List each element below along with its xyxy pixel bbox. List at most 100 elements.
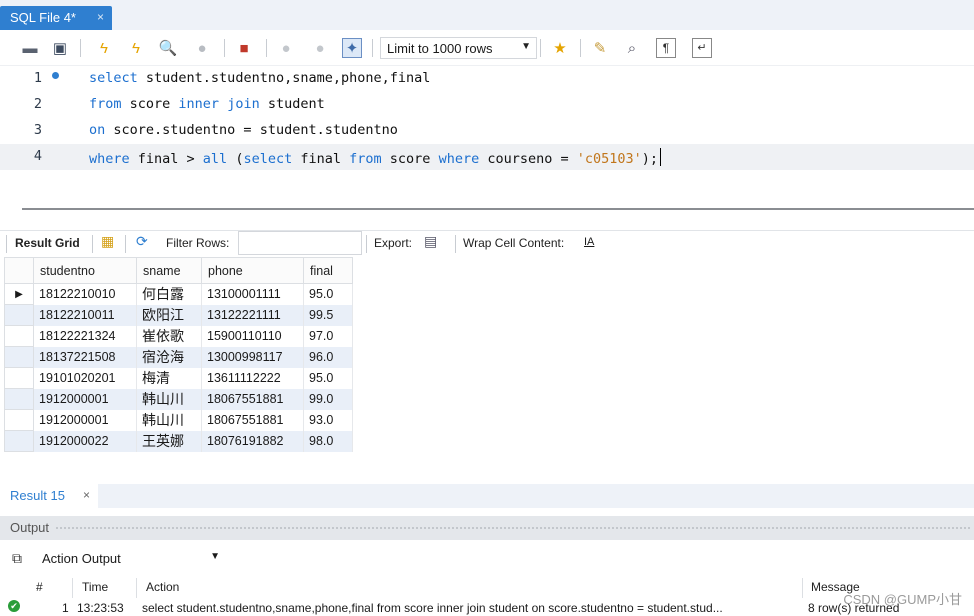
- table-cell-final[interactable]: 97.0: [303, 325, 353, 347]
- filter-rows-label: Filter Rows:: [166, 236, 230, 250]
- table-cell-phone[interactable]: 13000998117: [201, 346, 304, 368]
- row-marker[interactable]: [4, 430, 34, 452]
- table-cell-studentno[interactable]: 18137221508: [33, 346, 137, 368]
- table-cell-sname[interactable]: 韩山川: [136, 409, 202, 431]
- row-marker[interactable]: [4, 367, 34, 389]
- sql-keyword: all: [202, 151, 228, 167]
- find-icon[interactable]: ⌕: [622, 38, 642, 58]
- tab-close-icon[interactable]: ×: [97, 10, 104, 24]
- text-cursor: [660, 148, 662, 166]
- table-row[interactable]: 1912000001 韩山川 18067551881 99.0: [4, 388, 353, 410]
- table-cell-studentno[interactable]: 19101020201: [33, 367, 137, 389]
- explain-icon[interactable]: 🔍: [158, 38, 178, 58]
- table-cell-phone[interactable]: 18076191882: [201, 430, 304, 452]
- table-cell-sname[interactable]: 梅清: [136, 367, 202, 389]
- table-cell-sname[interactable]: 王英娜: [136, 430, 202, 452]
- filter-rows-input[interactable]: [238, 231, 362, 255]
- table-cell-phone[interactable]: 13122221111: [201, 304, 304, 326]
- table-row[interactable]: 19101020201 梅清 13611112222 95.0: [4, 367, 353, 389]
- table-cell-sname[interactable]: 韩山川: [136, 388, 202, 410]
- refresh-icon[interactable]: ⟳: [136, 234, 148, 248]
- output-type-value: Action Output: [42, 551, 121, 566]
- toolbar-separator: [580, 39, 581, 57]
- column-header-sname[interactable]: sname: [136, 257, 202, 284]
- save-icon[interactable]: ▣: [50, 38, 70, 58]
- close-icon[interactable]: ×: [83, 488, 90, 502]
- output-row[interactable]: ✔ 1 13:23:53 select student.studentno,sn…: [0, 598, 974, 616]
- table-cell-final[interactable]: 98.0: [303, 430, 353, 452]
- table-cell-sname[interactable]: 崔依歌: [136, 325, 202, 347]
- tab-result-15[interactable]: Result 15 ×: [0, 484, 98, 508]
- table-cell-studentno[interactable]: 1912000001: [33, 388, 137, 410]
- table-cell-phone[interactable]: 15900110110: [201, 325, 304, 347]
- column-header-phone[interactable]: phone: [201, 257, 304, 284]
- copy-icon[interactable]: ⧉: [12, 550, 22, 567]
- open-folder-icon[interactable]: ▬: [20, 38, 40, 58]
- limit-rows-select[interactable]: Limit to 1000 rows ▼: [380, 37, 537, 59]
- column-divider[interactable]: [136, 578, 137, 598]
- sql-text: (: [227, 151, 244, 167]
- column-divider[interactable]: [72, 578, 73, 598]
- table-row[interactable]: ▶ 18122210010 何白露 13100001111 95.0: [4, 283, 353, 305]
- table-row[interactable]: 18137221508 宿沧海 13000998117 96.0: [4, 346, 353, 368]
- stop-icon[interactable]: ●: [192, 38, 212, 58]
- add-snippet-icon[interactable]: ★: [550, 38, 570, 58]
- column-header-studentno[interactable]: studentno: [33, 257, 137, 284]
- table-cell-final[interactable]: 95.0: [303, 367, 353, 389]
- word-wrap-icon[interactable]: ↵: [692, 38, 712, 58]
- table-cell-studentno[interactable]: 1912000001: [33, 409, 137, 431]
- sql-keyword: select: [243, 151, 293, 167]
- table-cell-studentno[interactable]: 18122210010: [33, 283, 137, 305]
- sql-keyword: select: [89, 70, 138, 86]
- table-cell-sname[interactable]: 欧阳江: [136, 304, 202, 326]
- commit-icon[interactable]: ●: [276, 38, 296, 58]
- table-cell-final[interactable]: 96.0: [303, 346, 353, 368]
- row-marker[interactable]: [4, 409, 34, 431]
- output-type-select[interactable]: Action Output ▼: [36, 548, 224, 570]
- output-panel-header: Output: [0, 516, 974, 540]
- beautify-icon[interactable]: ✎: [590, 38, 610, 58]
- toggle-error-icon[interactable]: ■: [234, 38, 254, 58]
- row-marker[interactable]: ▶: [4, 283, 34, 305]
- column-header-final[interactable]: final: [303, 257, 353, 284]
- sql-editor[interactable]: 1 select student.studentno,sname,phone,f…: [0, 66, 974, 196]
- invisible-chars-icon[interactable]: ¶: [656, 38, 676, 58]
- table-cell-phone[interactable]: 13100001111: [201, 283, 304, 305]
- table-cell-final[interactable]: 99.5: [303, 304, 353, 326]
- table-cell-sname[interactable]: 宿沧海: [136, 346, 202, 368]
- execute-icon[interactable]: ϟ: [94, 38, 114, 58]
- table-cell-phone[interactable]: 13611112222: [201, 367, 304, 389]
- table-cell-studentno[interactable]: 18122221324: [33, 325, 137, 347]
- table-row[interactable]: 1912000022 王英娜 18076191882 98.0: [4, 430, 353, 452]
- rollback-icon[interactable]: ●: [310, 38, 330, 58]
- table-cell-final[interactable]: 99.0: [303, 388, 353, 410]
- row-marker[interactable]: [4, 325, 34, 347]
- row-marker[interactable]: [4, 346, 34, 368]
- form-editor-icon[interactable]: ▦: [101, 234, 114, 248]
- tab-sql-file[interactable]: SQL File 4* ×: [0, 6, 112, 30]
- export-icon[interactable]: ▤: [424, 234, 437, 248]
- wrap-cell-icon[interactable]: IA: [584, 237, 594, 248]
- sql-text: score: [121, 96, 179, 112]
- sql-text: score: [381, 151, 439, 167]
- autocommit-toggle-icon[interactable]: ✦: [342, 38, 362, 58]
- output-title: Output: [10, 520, 50, 535]
- table-cell-studentno[interactable]: 18122210011: [33, 304, 137, 326]
- row-marker[interactable]: [4, 304, 34, 326]
- table-cell-phone[interactable]: 18067551881: [201, 409, 304, 431]
- table-cell-final[interactable]: 93.0: [303, 409, 353, 431]
- table-cell-studentno[interactable]: 1912000022: [33, 430, 137, 452]
- table-cell-phone[interactable]: 18067551881: [201, 388, 304, 410]
- panel-splitter[interactable]: [22, 208, 974, 210]
- panel-grip[interactable]: [56, 527, 970, 529]
- row-marker[interactable]: [4, 388, 34, 410]
- table-row[interactable]: 18122210011 欧阳江 13122221111 99.5: [4, 304, 353, 326]
- result-grid-tab[interactable]: Result Grid: [15, 236, 80, 250]
- execute-current-icon[interactable]: ϟ: [126, 38, 146, 58]
- table-row[interactable]: 1912000001 韩山川 18067551881 93.0: [4, 409, 353, 431]
- table-row[interactable]: 18122221324 崔依歌 15900110110 97.0: [4, 325, 353, 347]
- table-cell-sname[interactable]: 何白露: [136, 283, 202, 305]
- column-divider[interactable]: [802, 578, 803, 598]
- result-tab-label: Result 15: [10, 488, 65, 503]
- table-cell-final[interactable]: 95.0: [303, 283, 353, 305]
